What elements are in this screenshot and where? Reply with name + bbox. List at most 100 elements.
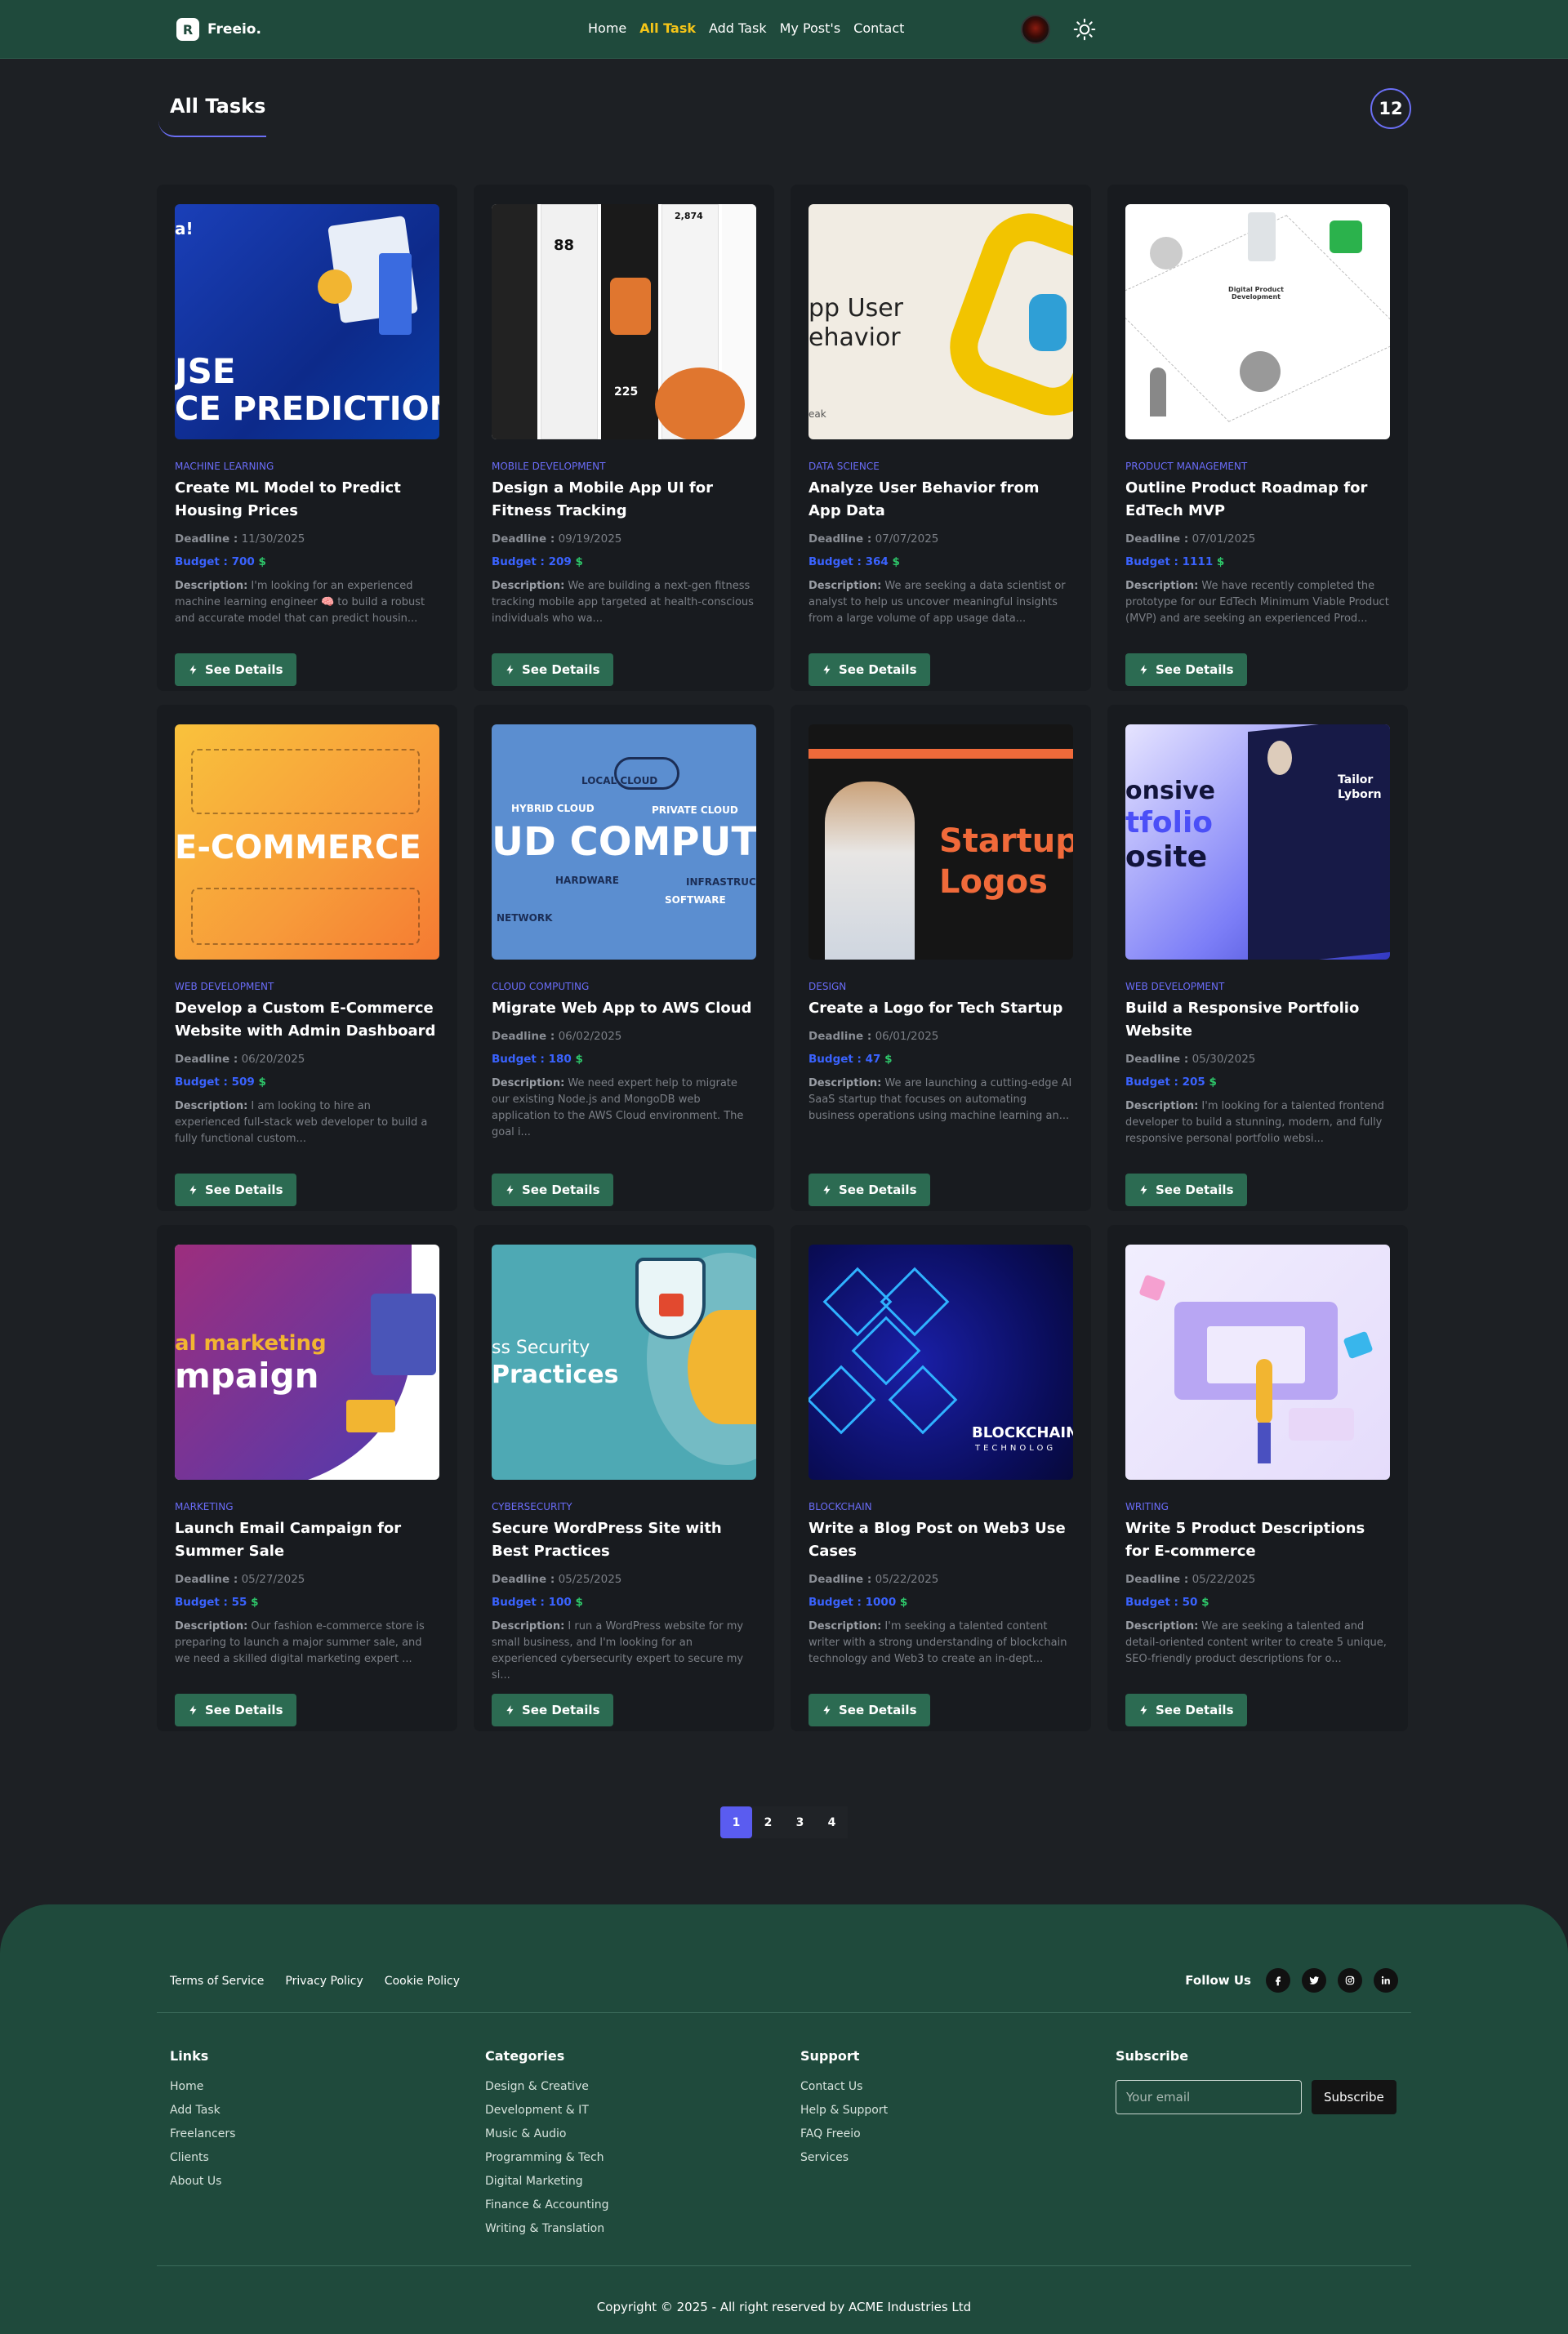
see-details-button[interactable]: See Details <box>492 1694 613 1726</box>
task-deadline: Deadline : 05/22/2025 <box>808 1573 1073 1586</box>
page-button-4[interactable]: 4 <box>816 1806 848 1838</box>
footer-divider-bottom <box>157 2265 1411 2266</box>
nav-link-all-task[interactable]: All Task <box>639 20 696 36</box>
see-details-label: See Details <box>839 1183 917 1197</box>
linkedin-icon[interactable] <box>1374 1968 1398 1993</box>
budget-label: Budget : <box>492 1053 545 1066</box>
task-description: Description: We are building a next-gen … <box>492 578 756 627</box>
see-details-button[interactable]: See Details <box>1125 1694 1247 1726</box>
lightning-icon <box>823 665 831 675</box>
task-description: Description: We need expert help to migr… <box>492 1076 756 1141</box>
task-card: WRITING Write 5 Product Descriptions for… <box>1107 1225 1408 1731</box>
nav-link-contact[interactable]: Contact <box>853 20 904 36</box>
footer-link-freelancers[interactable]: Freelancers <box>170 2127 235 2140</box>
task-title: Migrate Web App to AWS Cloud <box>492 1000 752 1017</box>
footer-support-link[interactable]: Help & Support <box>800 2104 888 2117</box>
deadline-value: 06/20/2025 <box>241 1053 305 1066</box>
budget-value: 1111 <box>1182 555 1214 568</box>
task-card: al marketing mpaign MARKETING Launch Ema… <box>157 1225 457 1731</box>
privacy-link[interactable]: Privacy Policy <box>285 1975 363 1988</box>
footer-category-link[interactable]: Digital Marketing <box>485 2175 609 2188</box>
cookie-link[interactable]: Cookie Policy <box>385 1975 460 1988</box>
page-button-2[interactable]: 2 <box>752 1806 784 1838</box>
see-details-label: See Details <box>839 1703 917 1717</box>
image-text: 225 <box>614 385 639 399</box>
footer-link-home[interactable]: Home <box>170 2080 235 2093</box>
footer-category-link[interactable]: Writing & Translation <box>485 2222 609 2235</box>
portfolio-website-image: onsive tfolio osite Tailor Lyborn <box>1125 724 1390 960</box>
see-details-button[interactable]: See Details <box>1125 653 1247 686</box>
deadline-label: Deadline : <box>808 1573 872 1586</box>
task-deadline: Deadline : 06/20/2025 <box>175 1053 439 1066</box>
user-behavior-image: pp User ehavior eak <box>808 204 1073 439</box>
housing-prediction-image: a! JSE CE PREDICTION <box>175 204 439 439</box>
wordpress-security-image: ss Security Practices <box>492 1245 756 1480</box>
see-details-button[interactable]: See Details <box>1125 1174 1247 1206</box>
task-budget: Budget : 209 $ <box>492 555 756 568</box>
task-card: Digital Product Development PRODUCT MANA… <box>1107 185 1408 691</box>
footer-support-link[interactable]: Contact Us <box>800 2080 888 2093</box>
page-button-1[interactable]: 1 <box>720 1806 752 1838</box>
task-budget: Budget : 700 $ <box>175 555 439 568</box>
cloud-computing-image: LOCAL CLOUD HYBRID CLOUD PRIVATE CLOUD U… <box>492 724 756 960</box>
budget-value: 209 <box>548 555 572 568</box>
budget-label: Budget : <box>1125 1076 1178 1089</box>
see-details-button[interactable]: See Details <box>175 1174 296 1206</box>
page-button-3[interactable]: 3 <box>784 1806 816 1838</box>
deadline-value: 05/30/2025 <box>1192 1053 1256 1066</box>
deadline-label: Deadline : <box>175 1573 238 1586</box>
see-details-button[interactable]: See Details <box>808 653 930 686</box>
budget-value: 47 <box>865 1053 881 1066</box>
deadline-value: 07/01/2025 <box>1192 532 1256 546</box>
footer-category-link[interactable]: Programming & Tech <box>485 2151 609 2164</box>
task-budget: Budget : 509 $ <box>175 1076 439 1089</box>
see-details-button[interactable]: See Details <box>808 1694 930 1726</box>
deadline-value: 11/30/2025 <box>241 532 305 546</box>
description-label: Description: <box>175 1620 248 1632</box>
image-text: onsive <box>1125 777 1216 805</box>
footer-support-link[interactable]: FAQ Freeio <box>800 2127 888 2140</box>
twitter-icon[interactable] <box>1302 1968 1326 1993</box>
theme-toggle-sun-icon[interactable] <box>1073 18 1096 41</box>
image-text: mpaign <box>175 1356 319 1396</box>
brand[interactable]: R Freeio. <box>176 18 261 41</box>
see-details-button[interactable]: See Details <box>492 653 613 686</box>
task-deadline: Deadline : 07/07/2025 <box>808 532 1073 546</box>
task-card: onsive tfolio osite Tailor Lyborn WEB DE… <box>1107 705 1408 1211</box>
fitness-app-screens-image: 88 2,874 225 <box>492 204 756 439</box>
task-card: 88 2,874 225 MOBILE DEVELOPMENT Design a… <box>474 185 774 691</box>
nav-link-home[interactable]: Home <box>588 20 626 36</box>
description-label: Description: <box>808 1077 882 1089</box>
brand-logo-icon: R <box>176 18 199 41</box>
terms-link[interactable]: Terms of Service <box>170 1975 264 1988</box>
task-category: MARKETING <box>175 1501 234 1512</box>
nav-link-add-task[interactable]: Add Task <box>709 20 767 36</box>
lightning-icon <box>506 1185 514 1195</box>
image-text: al marketing <box>175 1331 327 1356</box>
budget-label: Budget : <box>492 555 545 568</box>
see-details-button[interactable]: See Details <box>175 1694 296 1726</box>
task-budget: Budget : 47 $ <box>808 1053 1073 1066</box>
footer-category-link[interactable]: Finance & Accounting <box>485 2198 609 2212</box>
footer-link-clients[interactable]: Clients <box>170 2151 235 2164</box>
budget-label: Budget : <box>175 1596 228 1609</box>
task-category: DESIGN <box>808 981 847 992</box>
footer-category-link[interactable]: Development & IT <box>485 2104 609 2117</box>
subscribe-email-input[interactable] <box>1116 2080 1302 2114</box>
facebook-icon[interactable] <box>1266 1968 1290 1993</box>
footer-link-about-us[interactable]: About Us <box>170 2175 235 2188</box>
footer-support-link[interactable]: Services <box>800 2151 888 2164</box>
footer-category-link[interactable]: Music & Audio <box>485 2127 609 2140</box>
user-avatar[interactable] <box>1021 15 1050 44</box>
deadline-label: Deadline : <box>808 532 872 546</box>
see-details-button[interactable]: See Details <box>808 1174 930 1206</box>
nav-link-my-posts[interactable]: My Post's <box>780 20 841 36</box>
footer-category-link[interactable]: Design & Creative <box>485 2080 609 2093</box>
footer-link-add-task[interactable]: Add Task <box>170 2104 235 2117</box>
subscribe-button[interactable]: Subscribe <box>1312 2080 1396 2114</box>
instagram-icon[interactable] <box>1338 1968 1362 1993</box>
deadline-label: Deadline : <box>492 1030 555 1043</box>
image-text: eak <box>808 408 826 420</box>
see-details-button[interactable]: See Details <box>175 653 296 686</box>
see-details-button[interactable]: See Details <box>492 1174 613 1206</box>
